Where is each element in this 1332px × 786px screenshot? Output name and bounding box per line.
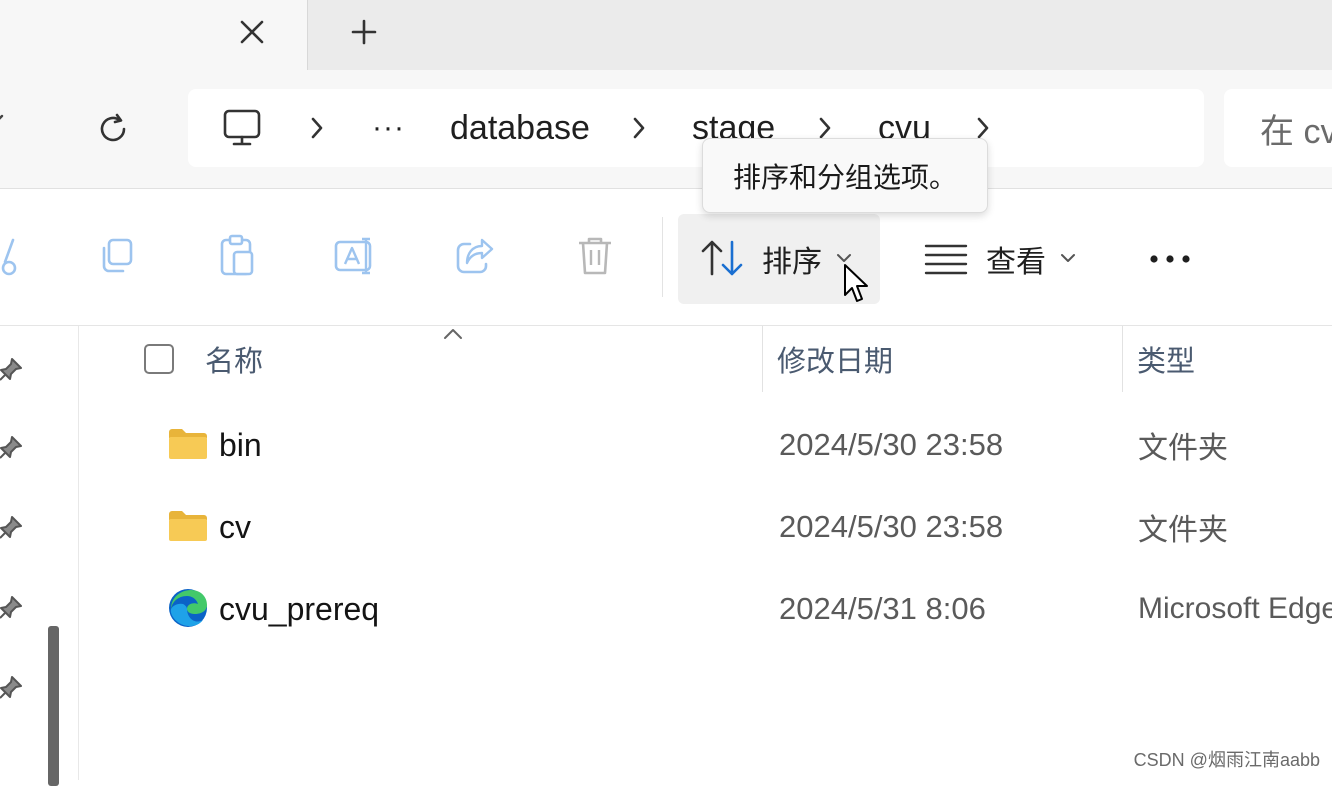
new-tab-button[interactable] (342, 12, 386, 52)
chevron-down-icon (1061, 254, 1075, 262)
this-pc-crumb[interactable] (222, 89, 262, 167)
column-divider[interactable] (762, 326, 763, 392)
file-row-bin[interactable]: bin 2024/5/30 23:58 文件夹 (79, 405, 1332, 485)
more-options-button[interactable] (1130, 214, 1210, 304)
share-button[interactable] (452, 233, 498, 279)
rename-icon[interactable] (333, 236, 377, 276)
column-name[interactable]: 名称 (205, 326, 263, 392)
file-name[interactable]: bin (219, 405, 262, 485)
address-row: ··· database stage cvu 在 cvu (0, 70, 1332, 189)
file-name[interactable]: cvu_prereq (219, 569, 379, 649)
folder-icon (169, 511, 207, 541)
tab-strip (0, 0, 1332, 70)
command-bar: 排序 查看 (0, 189, 1332, 326)
file-row-cvu-prereq[interactable]: cvu_prereq 2024/5/31 8:06 Microsoft Edge (79, 569, 1332, 649)
sort-icon (701, 240, 743, 276)
search-input[interactable]: 在 cvu (1260, 89, 1332, 167)
folder-icon (169, 429, 207, 459)
file-type: 文件夹 (1138, 514, 1228, 547)
file-modified: 2024/5/30 23:58 (779, 509, 1004, 544)
column-type[interactable]: 类型 (1137, 326, 1195, 392)
file-row-cv[interactable]: cv 2024/5/30 23:58 文件夹 (79, 487, 1332, 567)
chevron-right-icon[interactable] (630, 89, 648, 167)
pin-icon[interactable] (0, 674, 24, 700)
nav-scrollbar[interactable] (48, 626, 59, 786)
refresh-button[interactable] (90, 106, 136, 152)
close-icon[interactable] (239, 19, 265, 45)
view-button[interactable]: 查看 (906, 214, 1096, 304)
pin-icon[interactable] (0, 356, 24, 382)
chevron-right-icon[interactable] (308, 89, 326, 167)
file-modified: 2024/5/31 8:06 (779, 591, 986, 626)
file-modified: 2024/5/30 23:58 (779, 427, 1004, 462)
up-button[interactable] (0, 108, 12, 132)
watermark: CSDN @烟雨江南aabb (1133, 750, 1320, 770)
delete-button[interactable] (572, 233, 618, 279)
more-icon[interactable] (1148, 253, 1192, 265)
cut-icon[interactable] (0, 234, 23, 278)
rename-button[interactable] (332, 233, 378, 279)
pin-icon[interactable] (0, 434, 24, 460)
breadcrumb-overflow[interactable]: ··· (372, 89, 405, 167)
file-type: Microsoft Edge (1138, 592, 1332, 625)
search-box[interactable]: 在 cvu (1224, 89, 1332, 167)
mouse-cursor-icon (844, 264, 868, 302)
close-tab-button[interactable] (232, 12, 272, 52)
paste-icon[interactable] (217, 234, 257, 278)
chevron-up-icon[interactable] (0, 108, 12, 132)
select-all-checkbox[interactable] (144, 344, 174, 374)
file-type: 文件夹 (1138, 432, 1228, 465)
edge-icon (169, 589, 207, 627)
plus-icon[interactable] (351, 19, 377, 45)
sort-ascending-icon (444, 329, 462, 339)
column-divider[interactable] (1122, 326, 1123, 392)
pin-icon[interactable] (0, 514, 24, 540)
navigation-pane (0, 326, 79, 786)
copy-icon[interactable] (97, 236, 137, 276)
file-name[interactable]: cv (219, 487, 251, 567)
pin-icon[interactable] (0, 594, 24, 620)
view-list-icon (924, 244, 968, 275)
cut-button[interactable] (0, 233, 26, 279)
copy-button[interactable] (94, 233, 140, 279)
paste-button[interactable] (214, 233, 260, 279)
sort-tooltip: 排序和分组选项。 (702, 138, 988, 213)
column-header: 名称 修改日期 类型 (79, 326, 1332, 392)
refresh-icon[interactable] (95, 111, 131, 147)
breadcrumb-database[interactable]: database (450, 89, 590, 167)
delete-icon[interactable] (575, 234, 615, 278)
this-pc-icon[interactable] (222, 108, 262, 148)
column-modified[interactable]: 修改日期 (777, 326, 893, 392)
breadcrumb[interactable]: ··· database stage cvu (188, 89, 1204, 167)
view-label: 查看 (986, 246, 1046, 279)
toolbar-divider (662, 217, 663, 297)
active-tab[interactable] (0, 0, 308, 70)
share-icon[interactable] (454, 236, 496, 276)
sort-label: 排序 (762, 246, 822, 279)
